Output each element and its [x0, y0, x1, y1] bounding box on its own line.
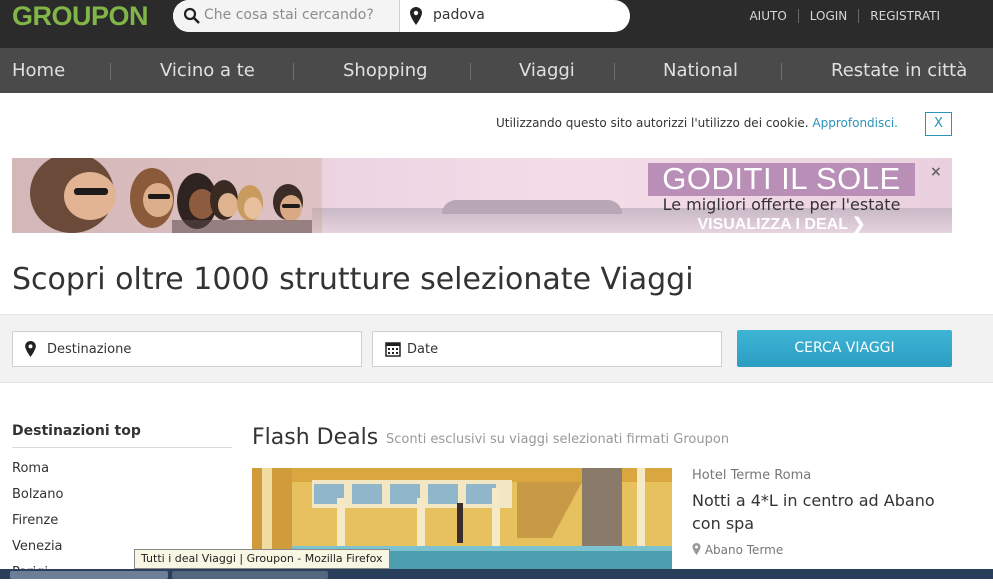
search-bar: Che cosa stai cercando? padova — [173, 0, 630, 32]
location-pin-icon — [410, 7, 422, 25]
search-placeholder: Che cosa stai cercando? — [204, 7, 374, 23]
location-value: padova — [433, 7, 485, 23]
date-label: Date — [407, 342, 439, 357]
top-bar: GROUPON Che cosa stai cercando? padova A… — [0, 0, 993, 48]
cookie-more-link[interactable]: Approfondisci. — [812, 116, 898, 130]
nav-divider — [614, 63, 615, 80]
deal-location: Abano Terme — [692, 543, 952, 557]
nav-divider — [110, 63, 111, 80]
nav-divider — [470, 63, 471, 80]
flash-deals-title: Flash Deals — [252, 425, 379, 450]
search-icon — [183, 7, 200, 24]
help-link[interactable]: AIUTO — [738, 9, 797, 23]
page-title: Scopri oltre 1000 strutture selezionate … — [12, 262, 694, 297]
groupon-logo[interactable]: GROUPON — [12, 1, 149, 32]
login-link[interactable]: LOGIN — [797, 9, 859, 23]
taskbar-button[interactable] — [172, 571, 328, 579]
friends-photo — [12, 158, 322, 233]
flash-deals-header: Flash Deals Sconti esclusivi su viaggi s… — [252, 425, 729, 450]
deal-title[interactable]: Notti a 4*L in centro ad Abano con spa — [692, 489, 952, 535]
nav-home[interactable]: Home — [12, 48, 65, 93]
banner-close-icon[interactable]: × — [930, 164, 942, 180]
deal-card[interactable]: Hotel Terme Roma Notti a 4*L in centro a… — [692, 468, 952, 557]
location-pin-icon — [25, 341, 36, 357]
taskbar-button-firefox[interactable] — [10, 571, 168, 579]
top-destinations-title: Destinazioni top — [12, 423, 232, 448]
banner-subline: Le migliori offerte per l'estate — [662, 195, 901, 214]
destination-bolzano[interactable]: Bolzano — [12, 482, 232, 508]
deal-vendor: Hotel Terme Roma — [692, 468, 812, 483]
nav-restate-in-citta[interactable]: Restate in città — [831, 48, 967, 93]
banner-cta[interactable]: VISUALIZZA I DEAL ❯ — [648, 214, 915, 233]
nav-viaggi[interactable]: Viaggi — [519, 48, 575, 93]
nav-divider — [293, 63, 294, 80]
calendar-icon — [385, 342, 401, 357]
promo-banner[interactable]: GODITI IL SOLE Le migliori offerte per l… — [12, 158, 952, 233]
location-pin-icon — [692, 543, 701, 555]
search-input[interactable]: Che cosa stai cercando? — [173, 0, 400, 32]
cookie-message: Utilizzando questo sito autorizzi l'util… — [495, 116, 813, 130]
destination-label: Destinazione — [47, 342, 132, 357]
destination-field[interactable]: Destinazione — [12, 331, 362, 367]
cookie-text: Utilizzando questo sito autorizzi l'util… — [496, 116, 898, 130]
nav-vicino-a-te[interactable]: Vicino a te — [160, 48, 255, 93]
cookie-close-button[interactable]: X — [925, 112, 952, 136]
cookie-notice: Utilizzando questo sito autorizzi l'util… — [0, 93, 993, 155]
window-tooltip: Tutti i deal Viaggi | Groupon - Mozilla … — [134, 549, 390, 569]
search-travel-button[interactable]: CERCA VIAGGI — [737, 330, 952, 367]
flash-deals-subtitle: Sconti esclusivi su viaggi selezionati f… — [386, 432, 730, 447]
banner-headline: GODITI IL SOLE — [662, 161, 901, 196]
deal-location-text: Abano Terme — [704, 543, 784, 557]
date-field[interactable]: Date — [372, 331, 722, 367]
location-input[interactable]: padova — [401, 0, 630, 32]
destination-firenze[interactable]: Firenze — [12, 508, 232, 534]
os-taskbar — [0, 569, 993, 579]
destination-roma[interactable]: Roma — [12, 456, 232, 482]
nav-national[interactable]: National — [663, 48, 738, 93]
nav-divider — [781, 63, 782, 80]
nav-shopping[interactable]: Shopping — [343, 48, 428, 93]
top-links: AIUTO LOGIN REGISTRATI — [738, 9, 951, 23]
mountain-silhouette — [442, 200, 622, 214]
main-nav: Home Vicino a te Shopping Viaggi Nationa… — [0, 48, 993, 93]
travel-search-panel: Destinazione Date CERCA VIAGGI — [0, 314, 993, 383]
register-link[interactable]: REGISTRATI — [858, 9, 951, 23]
